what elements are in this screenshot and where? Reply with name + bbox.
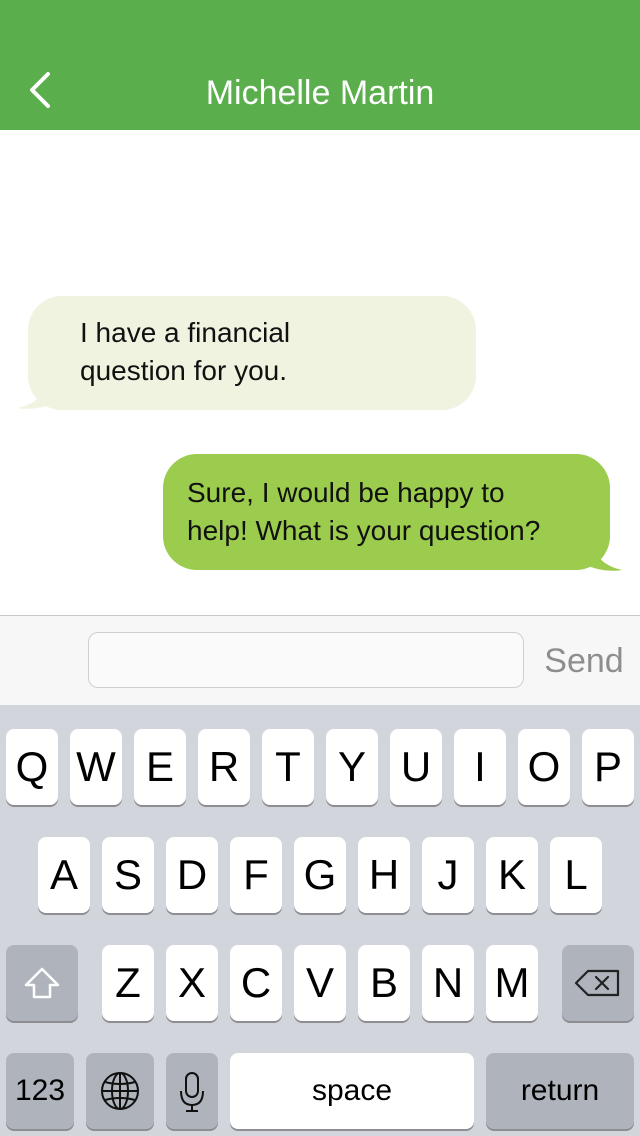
key-l[interactable]: L (550, 837, 602, 913)
navigation-bar: Michelle Martin (0, 0, 640, 130)
message-line: I have a financial (80, 317, 291, 348)
key-w[interactable]: W (70, 729, 122, 805)
key-p[interactable]: P (582, 729, 634, 805)
key-d[interactable]: D (166, 837, 218, 913)
key-t[interactable]: T (262, 729, 314, 805)
message-line: help! What is your question? (187, 515, 541, 546)
space-key[interactable]: space (230, 1053, 474, 1129)
shift-icon (24, 967, 60, 999)
message-composer: Send (0, 615, 640, 706)
key-v[interactable]: V (294, 945, 346, 1021)
microphone-icon (180, 1072, 204, 1112)
message-line: question for you. (80, 355, 288, 386)
numbers-key[interactable]: 123 (6, 1053, 74, 1129)
key-k[interactable]: K (486, 837, 538, 913)
globe-icon (101, 1072, 139, 1110)
message-bubble-incoming[interactable]: I have a financial question for you. (28, 296, 476, 410)
key-e[interactable]: E (134, 729, 186, 805)
key-u[interactable]: U (390, 729, 442, 805)
key-q[interactable]: Q (6, 729, 58, 805)
key-h[interactable]: H (358, 837, 410, 913)
key-b[interactable]: B (358, 945, 410, 1021)
conversation-title: Michelle Martin (205, 74, 435, 112)
message-bubble-outgoing[interactable]: Sure, I would be happy to help! What is … (163, 454, 610, 570)
key-n[interactable]: N (422, 945, 474, 1021)
message-thread[interactable]: I have a financial question for you. Sur… (0, 130, 640, 615)
microphone-key[interactable] (166, 1053, 218, 1129)
key-y[interactable]: Y (326, 729, 378, 805)
key-r[interactable]: R (198, 729, 250, 805)
key-i[interactable]: I (454, 729, 506, 805)
delete-key[interactable] (562, 945, 634, 1021)
key-x[interactable]: X (166, 945, 218, 1021)
key-g[interactable]: G (294, 837, 346, 913)
message-input[interactable] (88, 632, 524, 688)
key-z[interactable]: Z (102, 945, 154, 1021)
shift-key[interactable] (6, 945, 78, 1021)
globe-key[interactable] (86, 1053, 154, 1129)
backspace-icon (574, 969, 620, 997)
key-j[interactable]: J (422, 837, 474, 913)
message-line: Sure, I would be happy to (187, 477, 505, 508)
send-button[interactable]: Send (536, 642, 632, 681)
key-f[interactable]: F (230, 837, 282, 913)
key-a[interactable]: A (38, 837, 90, 913)
return-key[interactable]: return (486, 1053, 634, 1129)
key-s[interactable]: S (102, 837, 154, 913)
keyboard: Q W E R T Y U I O P A S D F G H J K L Z … (0, 705, 640, 1136)
key-m[interactable]: M (486, 945, 538, 1021)
key-c[interactable]: C (230, 945, 282, 1021)
key-o[interactable]: O (518, 729, 570, 805)
